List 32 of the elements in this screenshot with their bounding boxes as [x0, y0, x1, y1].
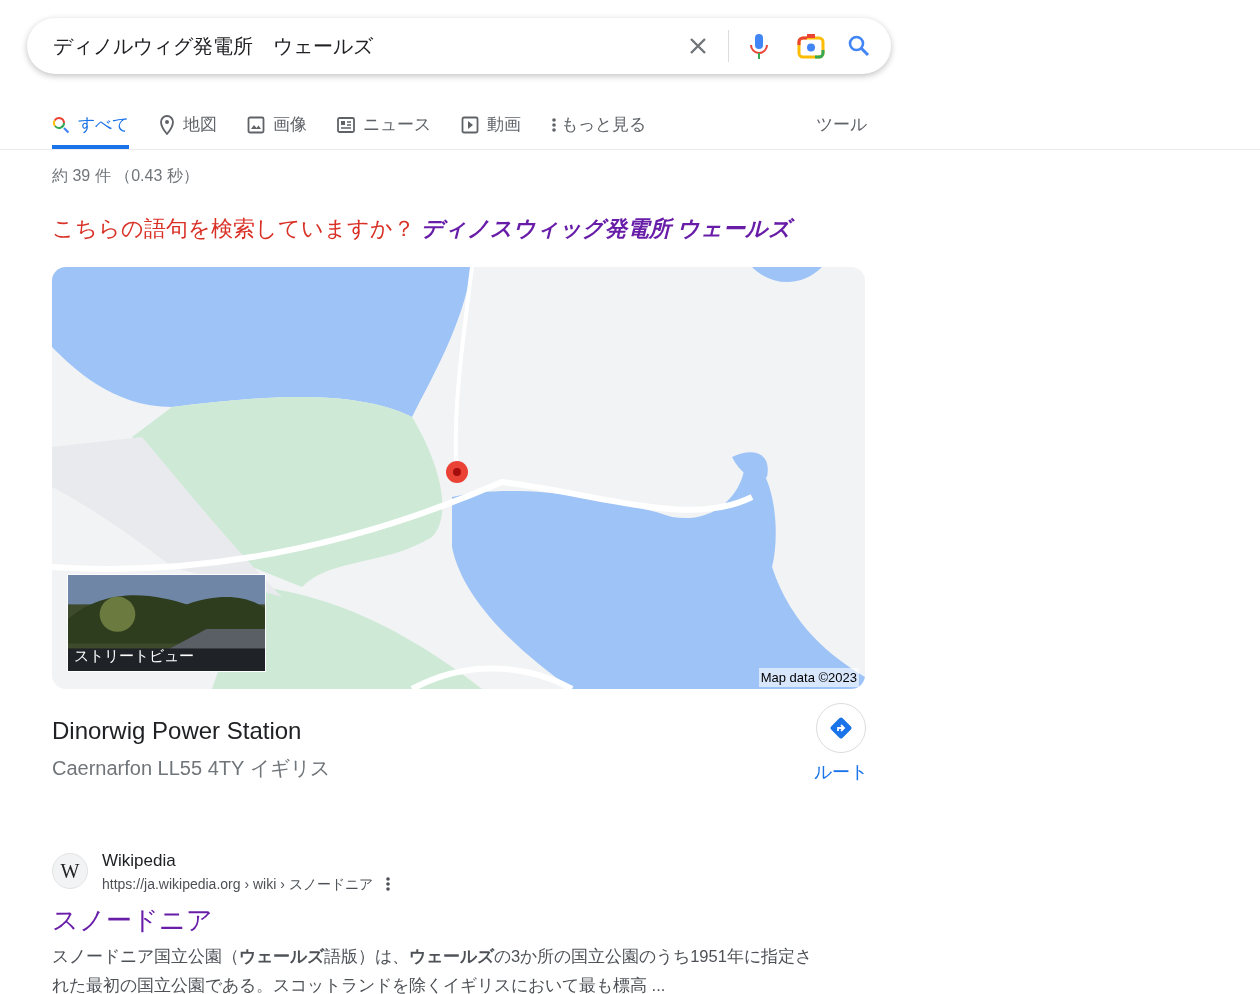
site-name: Wikipedia: [102, 850, 177, 872]
result-stats: 約 39 件 （0.43 秒）: [52, 166, 200, 186]
did-you-mean-prompt: こちらの語句を検索していますか？: [52, 215, 415, 243]
tools-button[interactable]: ツール: [816, 111, 867, 138]
search-icon[interactable]: [847, 34, 871, 58]
map-attribution: Map data ©2023: [758, 667, 859, 687]
street-view-label: ストリートビュー: [74, 645, 194, 666]
directions-button[interactable]: [816, 703, 866, 753]
play-icon: [461, 115, 479, 134]
directions-link[interactable]: ルート: [814, 759, 868, 786]
more-options-icon[interactable]: [384, 876, 391, 892]
camera-icon[interactable]: [797, 33, 825, 59]
image-icon: [247, 115, 265, 134]
search-tab[interactable]: 画像: [247, 104, 307, 149]
map-panel[interactable]: ストリートビュー Map data ©2023: [52, 267, 865, 689]
result-url: https://ja.wikipedia.org › wiki › スノードニア: [102, 874, 373, 894]
result-title-link[interactable]: スノードニア: [52, 900, 1260, 940]
search-tab[interactable]: もっと見る: [551, 104, 646, 149]
place-name: Dinorwig Power Station: [52, 716, 303, 746]
microphone-icon[interactable]: [747, 32, 771, 60]
search-icon: [52, 115, 70, 134]
newspaper-icon: [337, 116, 355, 133]
result-snippet: スノードニア国立公園（ウェールズ語版）は、ウェールズの3か所の国立公園のうち1951年に指定された最初の国立公園である。スコットランドを除くイギリスにおいて最も標高 ...: [52, 945, 812, 994]
search-field[interactable]: ディノルウィグ発電所 ウェールズ: [53, 31, 686, 61]
search-tab[interactable]: 地図: [159, 104, 217, 149]
search-tab[interactable]: ニュース: [337, 104, 431, 149]
search-tab[interactable]: すべて: [52, 104, 129, 149]
search-tab[interactable]: 動画: [461, 104, 521, 149]
location-pin-icon: [159, 114, 175, 135]
more-icon: [551, 116, 557, 133]
site-favicon: W: [52, 853, 88, 890]
place-address: Caernarfon LL55 4TY イギリス: [52, 756, 330, 781]
